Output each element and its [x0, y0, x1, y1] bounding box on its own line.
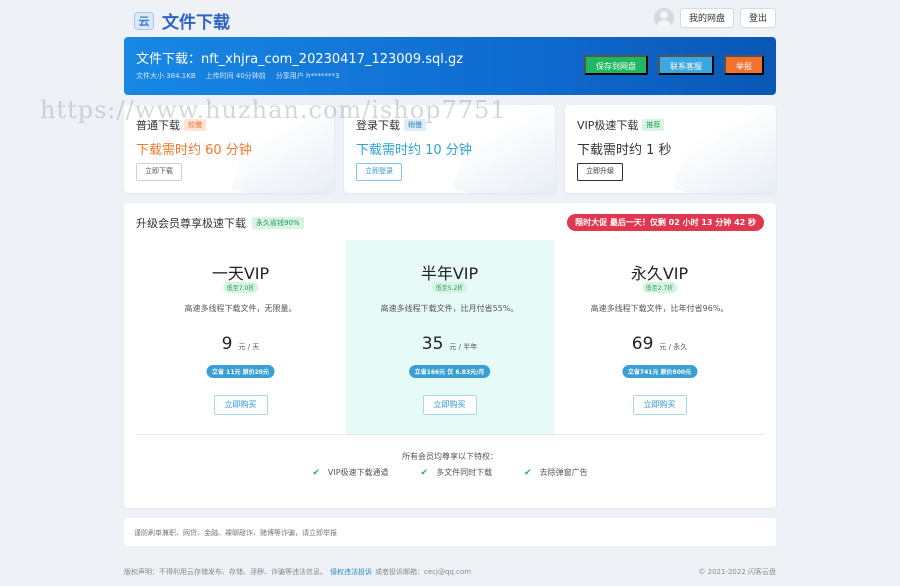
buy-one-day-button[interactable]: 立即购买 — [213, 395, 268, 415]
card-title: 登录下载 — [356, 119, 400, 132]
fraud-notice: 谨防刷单兼职、网贷、金融、裸聊敲诈、赌博等诈骗，请立即举报 — [124, 518, 776, 546]
perk-item: ✔ 多文件同时下载 — [421, 467, 493, 478]
speed-badge: 较慢 — [184, 119, 206, 131]
report-email: 或者投诉邮箱：cecj@qq.com — [375, 568, 472, 576]
file-meta: 文件大小 384.1KB 上传时间 40分钟前 分享用户 h*******3 — [136, 71, 339, 81]
plan-name: 永久VIP — [630, 264, 689, 283]
login-download-card: 登录下载 稍慢 下载需时约 10 分钟 立即登录 — [344, 105, 555, 193]
file-title: 文件下载：nft_xhjra_com_20230417_123009.sql.g… — [136, 52, 464, 67]
vip-download-card: VIP极速下载 推荐 下载需时约 1 秒 立即升级 — [565, 105, 776, 193]
price-unit: 元 / 永久 — [659, 343, 688, 351]
download-time: 下载需时约 60 分钟 — [136, 143, 252, 158]
vip-plans: 一天VIP 低至7.0折 高速多线程下载文件，无限量。 9 元 / 天 立省 11… — [136, 240, 764, 434]
plan-price: 35 元 / 半年 — [345, 334, 554, 354]
buy-lifetime-button[interactable]: 立即购买 — [632, 395, 687, 415]
price-value: 35 — [421, 334, 444, 354]
user-area: 我的网盘 登出 — [653, 8, 776, 28]
speed-badge: 稍慢 — [404, 119, 426, 131]
plan-savings-tag: 立省166元 仅 6.83元/月 — [408, 365, 491, 378]
perk-label: VIP极速下载通道 — [327, 468, 389, 477]
copyright-disclaimer: 版权声明：不得利用云存储发布、存储、淫秽、诈骗等违法信息。 — [124, 568, 327, 576]
check-icon: ✔ — [524, 467, 532, 478]
logo[interactable]: 云 文件下载 — [134, 8, 230, 33]
upload-time: 上传时间 40分钟前 — [205, 72, 266, 80]
promo-countdown: 限时大促 最后一天！仅剩 02 小时 13 分钟 42 秒 — [567, 214, 764, 231]
normal-download-card: 普通下载 较慢 下载需时约 60 分钟 立即下载 — [124, 105, 334, 193]
uploader: 分享用户 h*******3 — [275, 72, 340, 80]
contact-support-button[interactable]: 联系客服 — [658, 55, 714, 75]
perks-title: 所有会员均尊享以下特权： — [402, 452, 498, 461]
divider — [136, 434, 764, 435]
perk-label: 去除弹窗广告 — [539, 468, 588, 477]
plan-price: 9 元 / 天 — [136, 334, 345, 354]
normal-download-button[interactable]: 立即下载 — [136, 163, 182, 181]
savings-badge: 永久省钱90% — [252, 217, 304, 229]
plan-savings-tag: 立省 11元 原价20元 — [206, 365, 275, 378]
price-unit: 元 / 天 — [238, 343, 260, 351]
buy-half-year-button[interactable]: 立即购买 — [422, 395, 477, 415]
report-infringement-link[interactable]: 侵权违法投诉 — [330, 568, 372, 576]
copyright: © 2021-2022 闪客云盘 — [698, 568, 776, 576]
top-bar: 云 文件下载 我的网盘 登出 — [0, 0, 900, 36]
plan-discount: 低至5.2折 — [431, 282, 468, 293]
vip-title: 升级会员尊享极速下载 — [136, 217, 246, 230]
plan-description: 高速多线程下载文件，比月付省55%。 — [380, 304, 519, 313]
plan-savings-tag: 立省741元 原价800元 — [621, 365, 698, 378]
price-value: 9 — [221, 334, 233, 354]
price-value: 69 — [631, 334, 654, 354]
plan-description: 高速多线程下载文件，无限量。 — [184, 304, 297, 313]
plan-discount: 低至2.7折 — [641, 282, 678, 293]
save-to-drive-button[interactable]: 保存到网盘 — [584, 55, 648, 75]
plan-discount: 低至7.0折 — [222, 282, 259, 293]
perks-list: ✔ VIP极速下载通道 ✔ 多文件同时下载 ✔ 去除弹窗广告 — [124, 467, 776, 478]
plan-lifetime: 永久VIP 低至2.7折 高速多线程下载文件，比年付省96%。 69 元 / 永久… — [555, 240, 764, 434]
vip-panel: 升级会员尊享极速下载 永久省钱90% 限时大促 最后一天！仅剩 02 小时 13… — [124, 203, 776, 508]
plan-half-year: 半年VIP 低至5.2折 高速多线程下载文件，比月付省55%。 35 元 / 半年… — [345, 240, 554, 434]
plan-description: 高速多线程下载文件，比年付省96%。 — [590, 304, 729, 313]
cloud-icon: 云 — [134, 11, 154, 30]
card-title: VIP极速下载 — [577, 119, 639, 132]
banner-actions: 保存到网盘 联系客服 举报 — [584, 55, 764, 75]
perk-label: 多文件同时下载 — [436, 468, 493, 477]
logo-text: 文件下载 — [162, 13, 230, 33]
download-time: 下载需时约 1 秒 — [577, 143, 672, 158]
file-size: 文件大小 384.1KB — [136, 72, 196, 80]
login-button[interactable]: 立即登录 — [356, 163, 402, 181]
upgrade-button[interactable]: 立即升级 — [577, 163, 623, 181]
check-icon: ✔ — [312, 467, 320, 478]
perk-item: ✔ 去除弹窗广告 — [524, 467, 588, 478]
plan-name: 一天VIP — [211, 264, 270, 283]
logout-button[interactable]: 登出 — [739, 8, 776, 28]
plan-name: 半年VIP — [420, 264, 479, 283]
report-button[interactable]: 举报 — [724, 55, 764, 75]
plan-price: 69 元 / 永久 — [555, 334, 764, 354]
my-drive-button[interactable]: 我的网盘 — [679, 8, 734, 28]
card-title: 普通下载 — [136, 119, 180, 132]
price-unit: 元 / 半年 — [449, 343, 478, 351]
plan-one-day: 一天VIP 低至7.0折 高速多线程下载文件，无限量。 9 元 / 天 立省 11… — [136, 240, 345, 434]
download-time: 下载需时约 10 分钟 — [356, 143, 472, 158]
check-icon: ✔ — [420, 467, 429, 478]
recommend-badge: 推荐 — [642, 119, 665, 131]
avatar-icon[interactable] — [653, 8, 674, 28]
file-banner: 文件下载：nft_xhjra_com_20230417_123009.sql.g… — [124, 37, 776, 95]
perk-item: ✔ VIP极速下载通道 — [312, 467, 388, 478]
